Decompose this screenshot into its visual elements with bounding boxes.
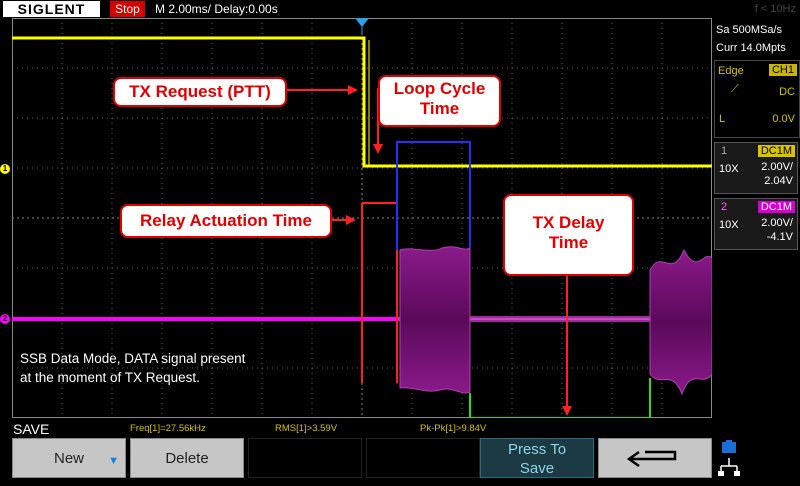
vertical-offset: -4.1V xyxy=(766,231,793,243)
tx-delay-line-1: TX Delay xyxy=(532,213,605,232)
vertical-scale: 2.00V/ xyxy=(761,161,793,173)
channel-2-panel[interactable]: 2 DC1M 10X 2.00V/ -4.1V xyxy=(714,198,798,250)
pkpk-measurement: Pk-Pk[1]>9.84V xyxy=(420,423,487,434)
press-to-save-line-2: Save xyxy=(519,460,555,477)
measurement-note: SSB Data Mode, DATA signal present at th… xyxy=(20,349,245,387)
trigger-type-label: Edge xyxy=(718,65,744,77)
back-button[interactable] xyxy=(598,438,712,478)
top-status-bar: SIGLENT Stop M 2.00ms/ Delay:0.00s xyxy=(0,0,712,18)
timebase-readout[interactable]: M 2.00ms/ Delay:0.00s xyxy=(155,0,278,18)
loop-cycle-callout: Loop Cycle Time xyxy=(378,75,501,127)
sample-rate: Sa 500MSa/s xyxy=(716,24,783,36)
delete-button[interactable]: Delete xyxy=(130,438,244,478)
probe-attenuation: 10X xyxy=(719,163,739,175)
relay-actuation-callout: Relay Actuation Time xyxy=(120,204,332,238)
channel-1-panel[interactable]: 1 DC1M 10X 2.00V/ 2.04V xyxy=(714,142,798,194)
softkey-4[interactable] xyxy=(366,438,480,478)
channel-number: 2 xyxy=(721,201,728,213)
channel-number: 1 xyxy=(721,145,728,157)
measurement-bar: SAVE Freq[1]=27.56kHz RMS[1]>3.59V Pk-Pk… xyxy=(0,420,712,438)
press-to-save-button[interactable]: Press To Save xyxy=(480,438,594,478)
tx-delay-line-2: Time xyxy=(548,233,589,252)
trigger-level-label: L xyxy=(719,113,726,125)
return-arrow-icon xyxy=(626,450,677,468)
tx-delay-callout: TX Delay Time xyxy=(503,194,634,276)
trigger-info-box[interactable]: Edge CH1 ⟋ DC L 0.0V xyxy=(714,60,800,138)
channel-2-marker[interactable]: 2 xyxy=(0,314,10,324)
press-to-save-line-1: Press To xyxy=(507,441,567,458)
network-icon xyxy=(718,438,742,478)
rising-edge-icon: ⟋ xyxy=(731,83,739,95)
trigger-frequency: f < 10Hz xyxy=(754,3,796,15)
probe-attenuation: 10X xyxy=(719,219,739,231)
tx-request-callout: TX Request (PTT) xyxy=(113,77,287,107)
loop-cycle-line-2: Time xyxy=(419,99,460,118)
channel-1-marker[interactable]: 1 xyxy=(0,164,10,174)
trigger-source: CH1 xyxy=(768,64,797,76)
brand-logo: SIGLENT xyxy=(3,1,100,17)
trigger-level: 0.0V xyxy=(772,113,795,125)
freq-measurement: Freq[1]=27.56kHz xyxy=(130,423,206,434)
new-label: New xyxy=(53,450,84,467)
channel-coupling: DC1M xyxy=(757,145,795,157)
run-stop-indicator[interactable]: Stop xyxy=(110,1,145,17)
softkey-3[interactable] xyxy=(248,438,362,478)
note-line-1: SSB Data Mode, DATA signal present xyxy=(20,351,246,366)
trigger-coupling: DC xyxy=(779,86,795,98)
vertical-scale: 2.00V/ xyxy=(761,217,793,229)
loop-cycle-line-1: Loop Cycle xyxy=(393,79,486,98)
softkey-bar: New ▼ Delete Press To Save xyxy=(0,438,800,480)
rms-measurement: RMS[1]>3.59V xyxy=(275,423,338,434)
menu-title: SAVE xyxy=(13,421,50,437)
channel-coupling: DC1M xyxy=(757,201,795,213)
note-line-2: at the moment of TX Request. xyxy=(20,370,200,385)
memory-depth: Curr 14.0Mpts xyxy=(716,42,786,54)
new-button[interactable]: New ▼ xyxy=(12,438,126,478)
arrow-down-icon: ▼ xyxy=(108,455,119,467)
vertical-offset: 2.04V xyxy=(764,175,793,187)
